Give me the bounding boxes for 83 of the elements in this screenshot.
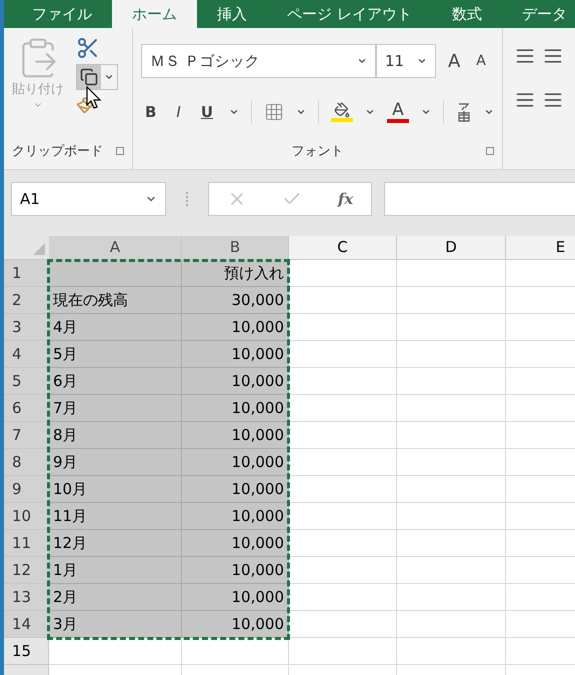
grow-font-button[interactable]: A [444,48,464,74]
dialog-launcher-icon[interactable] [116,147,124,156]
row-header[interactable]: 12 [4,557,49,584]
table-cell: 8月 [49,422,182,449]
caret-icon[interactable] [296,107,306,117]
table-cell: 10,000 [182,557,289,584]
table-cell: 10,000 [182,368,289,395]
table-cell: 7月 [49,395,182,422]
table-cell: 10,000 [182,530,289,557]
copy-icon [80,68,98,86]
table-cell: 10,000 [182,611,289,638]
name-box[interactable]: A1 [11,182,166,216]
row-header[interactable]: 14 [4,611,49,638]
row-header[interactable]: 6 [4,395,49,422]
caret-icon[interactable] [365,107,375,117]
shrink-font-button[interactable]: A [472,50,490,72]
table-cell: 10,000 [182,341,289,368]
row-header[interactable]: 5 [4,368,49,395]
table-cell: 9月 [49,449,182,476]
font-color-button[interactable]: A [387,101,409,123]
group-label: フォント [291,142,344,160]
table-cell: 1月 [49,557,182,584]
caret-icon[interactable] [229,107,239,117]
scissors-icon[interactable] [76,36,100,60]
table-cell: 6月 [49,368,182,395]
ribbon-tab[interactable]: 数式 [432,0,502,28]
row-header[interactable]: 8 [4,449,49,476]
ribbon-tab[interactable]: ファイル [12,0,112,28]
row-header[interactable]: 3 [4,314,49,341]
table-cell: 預け入れ [182,260,289,287]
caret-icon[interactable] [104,72,114,82]
underline-button[interactable]: U [196,100,217,124]
copy-button[interactable] [76,64,118,90]
table-cell: 10,000 [182,584,289,611]
fill-color-button[interactable] [331,102,353,122]
formula-input[interactable] [384,182,575,216]
table-cell: 10,000 [182,395,289,422]
row-header[interactable]: 9 [4,476,49,503]
column-header[interactable]: E [506,236,575,259]
table-cell: 10,000 [182,503,289,530]
row-header[interactable]: 15 [4,638,49,665]
row-header[interactable]: 4 [4,341,49,368]
ribbon-tab[interactable]: ホーム [112,0,197,28]
table-cell: 4月 [49,314,182,341]
table-cell: 10,000 [182,449,289,476]
ribbon-tab[interactable]: 挿入 [197,0,267,28]
caret-icon[interactable] [421,107,431,117]
phonetic-guide-icon[interactable] [456,101,472,123]
row-header[interactable]: 7 [4,422,49,449]
ribbon-tab[interactable]: データ [502,0,575,28]
column-header[interactable]: D [397,236,506,259]
font-size-dropdown[interactable]: 11 [376,44,436,78]
row-header[interactable]: 10 [4,503,49,530]
caret-icon[interactable] [416,56,427,66]
mouse-pointer-icon [86,86,102,110]
insert-function-button[interactable]: fx [338,188,354,210]
column-header[interactable]: C [289,236,397,259]
italic-button[interactable]: I [172,100,185,124]
ribbon-tab[interactable]: ページ レイアウト [267,0,432,28]
row-header[interactable]: 11 [4,530,49,557]
table-cell: 12月 [49,530,182,557]
table-cell: 3月 [49,611,182,638]
borders-icon[interactable] [264,102,284,122]
group-label: クリップボード [12,142,103,160]
row-header[interactable]: 2 [4,287,49,314]
dialog-launcher-icon[interactable] [486,147,494,156]
table-cell: 11月 [49,503,182,530]
font-name-dropdown[interactable]: ＭＳ Ｐゴシック [140,44,376,78]
column-header[interactable]: A [49,236,182,259]
table-cell: 10,000 [182,422,289,449]
caret-icon[interactable] [356,56,367,66]
table-cell: 5月 [49,341,182,368]
table-cell: 2月 [49,584,182,611]
row-header[interactable]: 1 [4,260,49,287]
table-cell: 10月 [49,476,182,503]
column-header[interactable]: B [182,236,289,259]
row-header[interactable]: 13 [4,584,49,611]
table-cell: 10,000 [182,314,289,341]
table-cell: 30,000 [182,287,289,314]
bold-button[interactable]: B [140,100,160,124]
table-cell: 10,000 [182,476,289,503]
caret-icon[interactable] [484,107,494,117]
table-cell: 現在の残高 [49,287,182,314]
